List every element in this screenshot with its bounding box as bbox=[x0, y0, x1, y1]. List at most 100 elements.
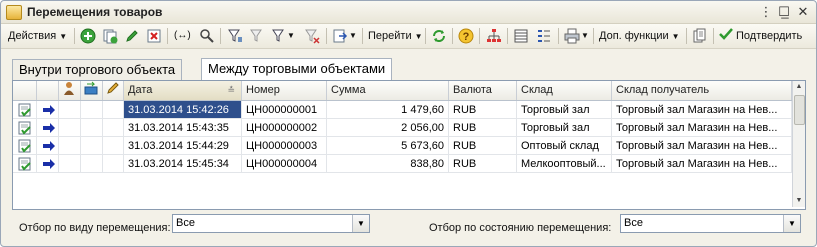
column-header-sum[interactable]: Сумма bbox=[327, 81, 449, 100]
cell-status[interactable] bbox=[13, 137, 37, 155]
cell-number[interactable]: ЦН000000001 bbox=[242, 101, 327, 119]
filter-list-icon[interactable] bbox=[249, 28, 265, 44]
cell-warehouse[interactable]: Торговый зал bbox=[517, 119, 612, 137]
column-header-responsible[interactable] bbox=[59, 81, 81, 100]
cell-date[interactable]: 31.03.2014 15:44:29 bbox=[124, 137, 242, 155]
refresh-icon[interactable] bbox=[431, 28, 447, 44]
goto-menu[interactable]: Перейти ▼ bbox=[368, 27, 423, 45]
cell-currency[interactable]: RUB bbox=[449, 155, 517, 173]
mark-deletion-button[interactable]: (↔) bbox=[174, 27, 191, 45]
chevron-down-icon[interactable]: ▼ bbox=[581, 27, 589, 45]
cell-empty[interactable] bbox=[81, 155, 103, 173]
column-header-warehouse[interactable]: Склад bbox=[517, 81, 612, 100]
filter-icon[interactable] bbox=[227, 28, 243, 44]
print-icon[interactable] bbox=[564, 28, 580, 44]
copy-icon[interactable] bbox=[102, 28, 118, 44]
output-list-icon[interactable] bbox=[332, 28, 348, 44]
cell-empty[interactable] bbox=[59, 101, 81, 119]
chevron-down-icon[interactable]: ▼ bbox=[287, 27, 295, 45]
cell-sum[interactable]: 838,80 bbox=[327, 155, 449, 173]
cell-number[interactable]: ЦН000000002 bbox=[242, 119, 327, 137]
cell-empty[interactable] bbox=[81, 101, 103, 119]
cell-direction[interactable] bbox=[37, 119, 59, 137]
column-header-receiver[interactable]: Склад получатель bbox=[612, 81, 792, 100]
cell-currency[interactable]: RUB bbox=[449, 137, 517, 155]
cell-status[interactable] bbox=[13, 101, 37, 119]
chevron-down-icon[interactable]: ▼ bbox=[349, 27, 357, 45]
cell-date[interactable]: 31.03.2014 15:42:26 bbox=[124, 101, 242, 119]
maximize-button[interactable]: ☐ bbox=[776, 4, 792, 19]
cell-date[interactable]: 31.03.2014 15:45:34 bbox=[124, 155, 242, 173]
table-row[interactable]: 31.03.2014 15:45:34 ЦН000000004 838,80 RUB М… bbox=[13, 155, 792, 173]
close-button[interactable]: ✕ bbox=[795, 4, 811, 19]
documents-icon[interactable] bbox=[692, 28, 708, 44]
cell-direction[interactable] bbox=[37, 155, 59, 173]
cell-warehouse[interactable]: Торговый зал bbox=[517, 101, 612, 119]
cell-date[interactable]: 31.03.2014 15:43:35 bbox=[124, 119, 242, 137]
cell-currency[interactable]: RUB bbox=[449, 101, 517, 119]
cell-sum[interactable]: 2 056,00 bbox=[327, 119, 449, 137]
column-header-icon[interactable] bbox=[13, 81, 37, 100]
column-header-number[interactable]: Номер bbox=[242, 81, 327, 100]
column-header-comment[interactable] bbox=[103, 81, 124, 100]
column-header-date[interactable]: Дата ≛ bbox=[124, 81, 242, 100]
cell-receiver[interactable]: Торговый зал Магазин на Нев... bbox=[612, 137, 792, 155]
cell-number[interactable]: ЦН000000004 bbox=[242, 155, 327, 173]
scroll-thumb[interactable] bbox=[794, 95, 805, 125]
scroll-down-icon[interactable]: ▼ bbox=[793, 195, 805, 207]
cell-number[interactable]: ЦН000000003 bbox=[242, 137, 327, 155]
vertical-scrollbar[interactable]: ▲ ▼ bbox=[792, 81, 805, 207]
main-window: Перемещения товаров ⋮ _ ☐ ✕ Действия ▼ (… bbox=[0, 0, 817, 247]
clear-filter-icon[interactable] bbox=[304, 28, 320, 44]
cell-status[interactable] bbox=[13, 119, 37, 137]
column-header-icon[interactable] bbox=[37, 81, 59, 100]
filter-type-select[interactable]: Все ▼ bbox=[172, 214, 370, 233]
cell-empty[interactable] bbox=[81, 119, 103, 137]
cell-warehouse[interactable]: Мелкооптовый... bbox=[517, 155, 612, 173]
chevron-down-icon: ▼ bbox=[671, 32, 680, 41]
chevron-down-icon[interactable]: ▼ bbox=[352, 215, 369, 232]
settings-list-icon[interactable] bbox=[536, 28, 552, 44]
cell-sum[interactable]: 1 479,60 bbox=[327, 101, 449, 119]
find-icon[interactable] bbox=[199, 28, 215, 44]
tab-between-stores[interactable]: Между торговыми объектами bbox=[201, 58, 393, 80]
column-header-currency[interactable]: Валюта bbox=[449, 81, 517, 100]
cell-receiver[interactable]: Торговый зал Магазин на Нев... bbox=[612, 119, 792, 137]
table-row[interactable]: 31.03.2014 15:44:29 ЦН000000003 5 673,60 RU… bbox=[13, 137, 792, 155]
filter-by-value-icon[interactable] bbox=[271, 28, 287, 44]
list-view-icon[interactable] bbox=[513, 28, 529, 44]
cell-receiver[interactable]: Торговый зал Магазин на Нев... bbox=[612, 155, 792, 173]
edit-icon[interactable] bbox=[124, 28, 140, 44]
scroll-up-icon[interactable]: ▲ bbox=[793, 81, 805, 93]
cell-empty[interactable] bbox=[59, 155, 81, 173]
table-row[interactable]: 31.03.2014 15:43:35 ЦН000000002 2 056,00 RU… bbox=[13, 119, 792, 137]
filter-state-select[interactable]: Все ▼ bbox=[620, 214, 801, 233]
actions-menu[interactable]: Действия ▼ bbox=[8, 27, 67, 45]
cell-empty[interactable] bbox=[103, 101, 124, 119]
structure-icon[interactable] bbox=[486, 28, 502, 44]
delete-icon[interactable] bbox=[146, 28, 162, 44]
confirm-button[interactable]: Подтвердить bbox=[719, 27, 802, 45]
cell-empty[interactable] bbox=[59, 137, 81, 155]
cell-status[interactable] bbox=[13, 155, 37, 173]
cell-receiver[interactable]: Торговый зал Магазин на Нев... bbox=[612, 101, 792, 119]
cell-empty[interactable] bbox=[103, 137, 124, 155]
cell-currency[interactable]: RUB bbox=[449, 119, 517, 137]
extra-functions-menu[interactable]: Доп. функции ▼ bbox=[599, 27, 680, 45]
transfer-icon bbox=[84, 81, 98, 95]
cell-empty[interactable] bbox=[103, 155, 124, 173]
chevron-down-icon[interactable]: ▼ bbox=[783, 215, 800, 232]
table-row[interactable]: 31.03.2014 15:42:26 ЦН000000001 1 479,60 RU… bbox=[13, 101, 792, 119]
cell-empty[interactable] bbox=[103, 119, 124, 137]
cell-warehouse[interactable]: Оптовый склад bbox=[517, 137, 612, 155]
help-icon[interactable]: ? bbox=[458, 28, 474, 44]
cell-sum[interactable]: 5 673,60 bbox=[327, 137, 449, 155]
tab-inside-store[interactable]: Внутри торгового объекта bbox=[12, 59, 183, 80]
menu-icon[interactable]: ⋮ bbox=[758, 4, 774, 19]
cell-empty[interactable] bbox=[81, 137, 103, 155]
cell-empty[interactable] bbox=[59, 119, 81, 137]
add-icon[interactable] bbox=[80, 28, 96, 44]
cell-direction[interactable] bbox=[37, 137, 59, 155]
column-header-transfer[interactable] bbox=[81, 81, 103, 100]
cell-direction[interactable] bbox=[37, 101, 59, 119]
